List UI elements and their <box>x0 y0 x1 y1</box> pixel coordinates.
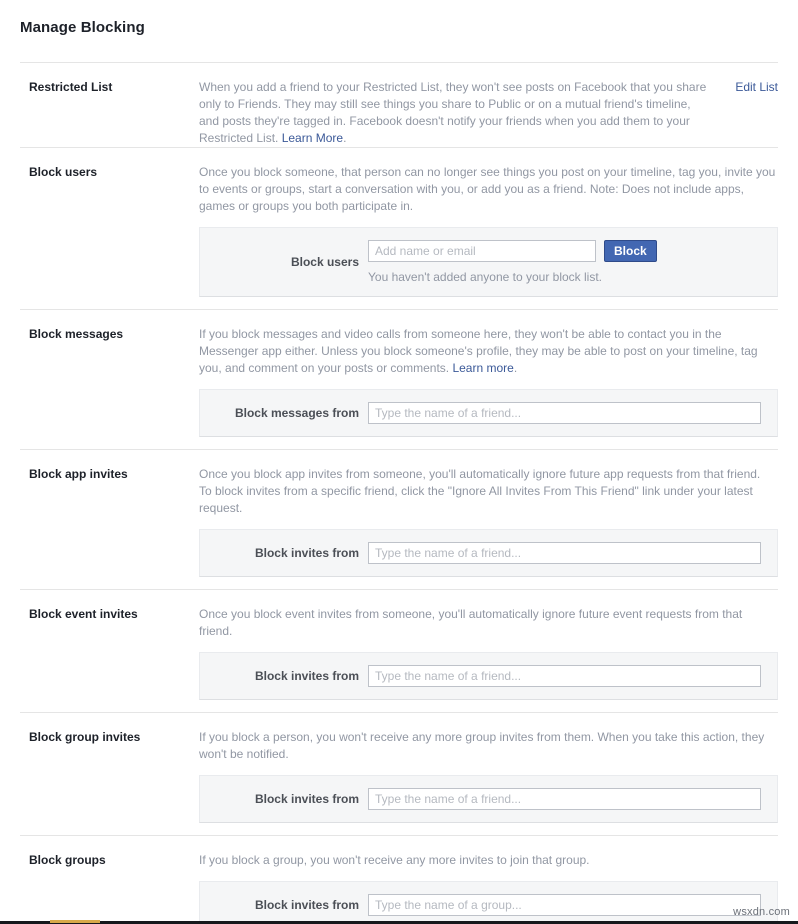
block-event-invites-form-row: Block invites from <box>210 665 767 687</box>
section-label-block-event-invites: Block event invites <box>29 607 138 621</box>
block-group-invites-form-panel: Block invites from <box>199 775 778 823</box>
block-list-empty-message: You haven't added anyone to your block l… <box>368 270 603 284</box>
section-description-block-messages: If you block messages and video calls fr… <box>199 322 778 377</box>
section-body-block-group-invites: If you block a person, you won't receive… <box>199 725 778 835</box>
block-messages-field-label: Block messages from <box>234 406 359 420</box>
block-users-form-row: Block users Block You haven't added anyo… <box>210 240 767 284</box>
bottom-progress-indicator <box>50 920 100 923</box>
block-messages-input[interactable] <box>368 402 761 424</box>
block-app-invites-form-row: Block invites from <box>210 542 767 564</box>
section-body-block-event-invites: Once you block event invites from someon… <box>199 602 778 712</box>
block-users-field-label: Block users <box>290 255 359 269</box>
block-groups-form-row: Block invites from <box>210 894 767 916</box>
section-block-app-invites: Block app invites Once you block app inv… <box>20 449 778 589</box>
manage-blocking-page: Manage Blocking Restricted List When you… <box>0 0 798 924</box>
section-description-block-app-invites: Once you block app invites from someone,… <box>199 467 761 515</box>
section-body-block-messages: If you block messages and video calls fr… <box>199 322 778 449</box>
section-description-block-event-invites: Once you block event invites from someon… <box>199 607 743 638</box>
block-messages-form-row: Block messages from <box>210 402 767 424</box>
block-groups-form-panel: Block invites from <box>199 881 778 924</box>
block-event-invites-input[interactable] <box>368 665 761 687</box>
page-title: Manage Blocking <box>20 19 145 36</box>
block-group-invites-input[interactable] <box>368 788 761 810</box>
block-users-field-stack: Block You haven't added anyone to your b… <box>368 240 657 284</box>
block-groups-field-label: Block invites from <box>254 898 359 912</box>
description-text: When you add a friend to your Restricted… <box>199 80 707 145</box>
block-group-invites-form-row: Block invites from <box>210 788 767 810</box>
block-groups-input[interactable] <box>368 894 761 916</box>
block-button[interactable]: Block <box>604 240 657 262</box>
section-body-restricted-list: When you add a friend to your Restricted… <box>199 75 778 147</box>
settings-section-list: Restricted List When you add a friend to… <box>20 62 778 924</box>
block-messages-form-panel: Block messages from <box>199 389 778 437</box>
description-suffix: . <box>343 131 347 145</box>
section-body-block-groups: If you block a group, you won't receive … <box>199 848 778 924</box>
block-app-invites-field-label: Block invites from <box>254 546 359 560</box>
section-label-block-users: Block users <box>29 165 98 179</box>
block-event-invites-field-label: Block invites from <box>254 669 359 683</box>
section-block-users: Block users Once you block someone, that… <box>20 147 778 309</box>
section-block-groups: Block groups If you block a group, you w… <box>20 835 778 924</box>
section-label-block-app-invites: Block app invites <box>29 467 128 481</box>
block-app-invites-input[interactable] <box>368 542 761 564</box>
edit-list-link[interactable]: Edit List <box>735 80 778 94</box>
block-event-invites-form-panel: Block invites from <box>199 652 778 700</box>
section-description-restricted-list: When you add a friend to your Restricted… <box>199 75 778 147</box>
section-description-block-users: Once you block someone, that person can … <box>199 165 776 213</box>
section-label-block-messages: Block messages <box>29 327 124 341</box>
block-users-input[interactable] <box>368 240 596 262</box>
learn-more-link[interactable]: Learn More <box>282 131 343 145</box>
description-suffix: . <box>513 361 518 375</box>
section-restricted-list: Restricted List When you add a friend to… <box>20 62 778 147</box>
section-block-group-invites: Block group invites If you block a perso… <box>20 712 778 835</box>
block-users-input-group: Block <box>368 240 657 262</box>
section-label-block-group-invites: Block group invites <box>29 730 141 744</box>
section-block-messages: Block messages If you block messages and… <box>20 309 778 449</box>
section-description-block-group-invites: If you block a person, you won't receive… <box>199 730 765 761</box>
learn-more-link[interactable]: Learn more <box>452 361 513 375</box>
watermark: wsxdn.com <box>733 906 790 918</box>
section-description-block-groups: If you block a group, you won't receive … <box>199 853 590 867</box>
section-body-block-app-invites: Once you block app invites from someone,… <box>199 462 778 589</box>
section-label-restricted-list: Restricted List <box>29 80 113 94</box>
block-app-invites-form-panel: Block invites from <box>199 529 778 577</box>
block-group-invites-field-label: Block invites from <box>254 792 359 806</box>
section-block-event-invites: Block event invites Once you block event… <box>20 589 778 712</box>
block-users-form-panel: Block users Block You haven't added anyo… <box>199 227 778 297</box>
section-body-block-users: Once you block someone, that person can … <box>199 160 778 309</box>
section-label-block-groups: Block groups <box>29 853 106 867</box>
